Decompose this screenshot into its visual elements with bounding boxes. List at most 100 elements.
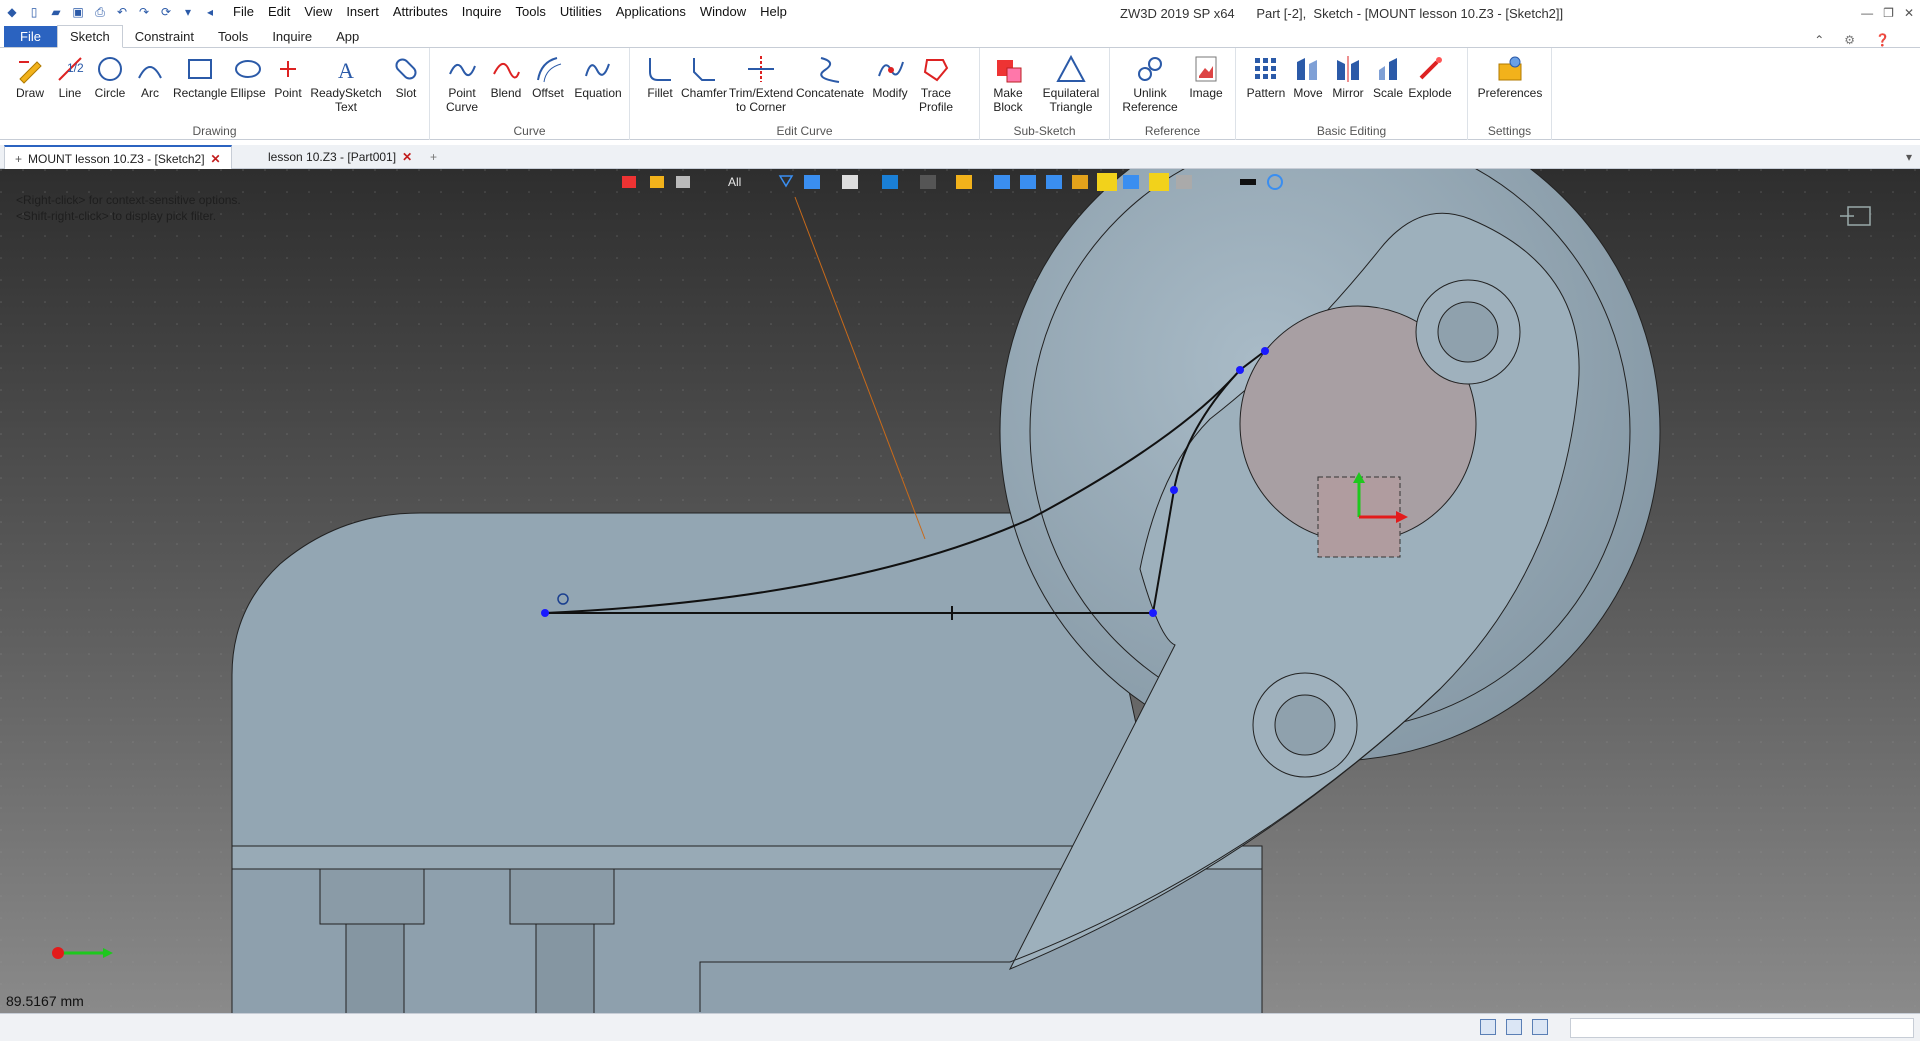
tab-inquire[interactable]: Inquire bbox=[260, 26, 324, 47]
offset-label: Offset bbox=[532, 86, 564, 100]
preferences-button[interactable]: Preferences bbox=[1476, 54, 1544, 100]
app-logo-icon[interactable]: ◆ bbox=[4, 4, 20, 20]
tab-tools[interactable]: Tools bbox=[206, 26, 260, 47]
sketch-view-icon[interactable] bbox=[1097, 173, 1117, 191]
section-icon[interactable] bbox=[1020, 175, 1036, 189]
menu-insert[interactable]: Insert bbox=[339, 0, 386, 24]
minimize-ribbon-icon[interactable]: ⌃ bbox=[1814, 33, 1824, 47]
display-icon[interactable] bbox=[1123, 175, 1139, 189]
line-style-icon[interactable] bbox=[1240, 179, 1256, 185]
undo-icon[interactable]: ↶ bbox=[114, 4, 130, 20]
menu-view[interactable]: View bbox=[297, 0, 339, 24]
slot-button[interactable]: Slot bbox=[382, 54, 430, 100]
chamfer-button[interactable]: Chamfer bbox=[680, 54, 728, 100]
tab-sketch[interactable]: Sketch bbox=[56, 25, 123, 48]
pick-filter-select[interactable]: All bbox=[728, 175, 741, 189]
make-block-button[interactable]: Make Block bbox=[984, 54, 1032, 114]
pick-icon[interactable] bbox=[676, 176, 690, 188]
menu-utilities[interactable]: Utilities bbox=[553, 0, 609, 24]
menu-inquire[interactable]: Inquire bbox=[455, 0, 509, 24]
tab-file[interactable]: File bbox=[4, 26, 57, 47]
explode-button[interactable]: Explode bbox=[1406, 54, 1454, 100]
menu-attributes[interactable]: Attributes bbox=[386, 0, 455, 24]
close-window-icon[interactable]: ✕ bbox=[1904, 6, 1914, 20]
eraser-icon[interactable] bbox=[650, 176, 664, 188]
zoom-fit-icon[interactable] bbox=[994, 175, 1010, 189]
equation-button[interactable]: Equation bbox=[570, 54, 626, 100]
menu-tools[interactable]: Tools bbox=[509, 0, 553, 24]
close-tab-icon[interactable]: ✕ bbox=[211, 152, 221, 166]
cube-icon[interactable] bbox=[804, 175, 820, 189]
pattern-button[interactable]: Pattern bbox=[1242, 54, 1290, 100]
redo-icon[interactable]: ↷ bbox=[136, 4, 152, 20]
select-mode-icon[interactable]: ⟳ bbox=[158, 4, 174, 20]
menu-window[interactable]: Window bbox=[693, 0, 753, 24]
graphics-viewport[interactable]: <Right-click> for context-sensitive opti… bbox=[0, 169, 1920, 1013]
tab-constraint[interactable]: Constraint bbox=[123, 26, 206, 47]
render-mode-icon[interactable] bbox=[920, 175, 936, 189]
explode-icon bbox=[1419, 57, 1442, 80]
sketch-point[interactable] bbox=[1149, 609, 1157, 617]
back-arrow-icon[interactable]: ◂ bbox=[202, 4, 218, 20]
new-tab-icon[interactable]: + bbox=[420, 145, 447, 169]
modify-button[interactable]: Modify bbox=[866, 54, 914, 100]
view-cube-icon[interactable] bbox=[882, 175, 898, 189]
sketch-point[interactable] bbox=[1261, 347, 1269, 355]
readysketch-text-button[interactable]: A ReadySketch Text bbox=[310, 54, 381, 114]
shaded-cube-icon[interactable] bbox=[842, 175, 858, 189]
trim-extend-button[interactable]: Trim/Extend to Corner bbox=[726, 54, 796, 114]
filter-red-icon[interactable] bbox=[622, 176, 636, 188]
monitor-icon[interactable] bbox=[1176, 175, 1192, 189]
zoom-icon[interactable] bbox=[956, 175, 972, 189]
arc-button[interactable]: Arc bbox=[126, 54, 174, 100]
close-tab-icon[interactable]: ✕ bbox=[402, 150, 412, 164]
offset-icon bbox=[537, 57, 562, 83]
blend-button[interactable]: Blend bbox=[482, 54, 530, 100]
bolt-hole-bottom[interactable] bbox=[1274, 694, 1336, 756]
doc-tab-part001[interactable]: lesson 10.Z3 - [Part001] ✕ bbox=[258, 145, 422, 169]
minimize-icon[interactable]: — bbox=[1861, 6, 1873, 20]
point-button[interactable]: Point bbox=[264, 54, 312, 100]
sketch-origin bbox=[1317, 472, 1408, 558]
new-file-icon[interactable]: ▯ bbox=[26, 4, 42, 20]
print-icon[interactable]: ⎙ bbox=[92, 4, 108, 20]
help-icon[interactable]: ❓ bbox=[1875, 33, 1890, 47]
open-folder-icon[interactable]: ▰ bbox=[48, 4, 64, 20]
status-display-icon[interactable] bbox=[1506, 1019, 1522, 1035]
save-icon[interactable]: ▣ bbox=[70, 4, 86, 20]
menu-help[interactable]: Help bbox=[753, 0, 794, 24]
command-input[interactable] bbox=[1570, 1018, 1914, 1038]
fillet-button[interactable]: Fillet bbox=[636, 54, 684, 100]
sketch-point[interactable] bbox=[1236, 366, 1244, 374]
sketch-point[interactable] bbox=[1170, 486, 1178, 494]
tab-list-icon[interactable]: ▾ bbox=[1896, 145, 1920, 169]
doc-tab-sketch2[interactable]: + MOUNT lesson 10.Z3 - [Sketch2] ✕ bbox=[4, 145, 232, 169]
sketch-point[interactable] bbox=[541, 609, 549, 617]
trace-profile-button[interactable]: Trace Profile bbox=[912, 54, 960, 114]
tab-app[interactable]: App bbox=[324, 26, 371, 47]
menu-edit[interactable]: Edit bbox=[261, 0, 297, 24]
measure-icon[interactable] bbox=[1046, 175, 1062, 189]
explode-label: Explode bbox=[1408, 86, 1452, 100]
offset-button[interactable]: Offset bbox=[524, 54, 572, 100]
concatenate-button[interactable]: Concatenate bbox=[796, 54, 864, 100]
restore-icon[interactable]: ❐ bbox=[1883, 6, 1894, 20]
point-curve-button[interactable]: Point Curve bbox=[438, 54, 486, 114]
rectangle-button[interactable]: Rectangle bbox=[172, 54, 228, 100]
status-list-icon[interactable] bbox=[1532, 1019, 1548, 1035]
dropdown-arrow-icon[interactable]: ▾ bbox=[180, 4, 196, 20]
scale-button[interactable]: Scale bbox=[1364, 54, 1412, 100]
bolt-hole-top[interactable] bbox=[1437, 301, 1499, 363]
unlink-icon bbox=[1138, 57, 1162, 81]
menu-file[interactable]: File bbox=[226, 0, 261, 24]
snap-icon[interactable] bbox=[1149, 173, 1169, 191]
cad-canvas[interactable] bbox=[0, 169, 1920, 1013]
image-button[interactable]: Image bbox=[1182, 54, 1230, 100]
status-layout-icon[interactable] bbox=[1480, 1019, 1496, 1035]
arc-icon bbox=[138, 66, 162, 79]
unlink-reference-button[interactable]: Unlink Reference bbox=[1118, 54, 1182, 114]
menu-applications[interactable]: Applications bbox=[609, 0, 693, 24]
settings-gear-icon[interactable]: ⚙ bbox=[1844, 33, 1855, 47]
color-icon[interactable] bbox=[1072, 175, 1088, 189]
equilateral-triangle-button[interactable]: Equilateral Triangle bbox=[1040, 54, 1102, 114]
